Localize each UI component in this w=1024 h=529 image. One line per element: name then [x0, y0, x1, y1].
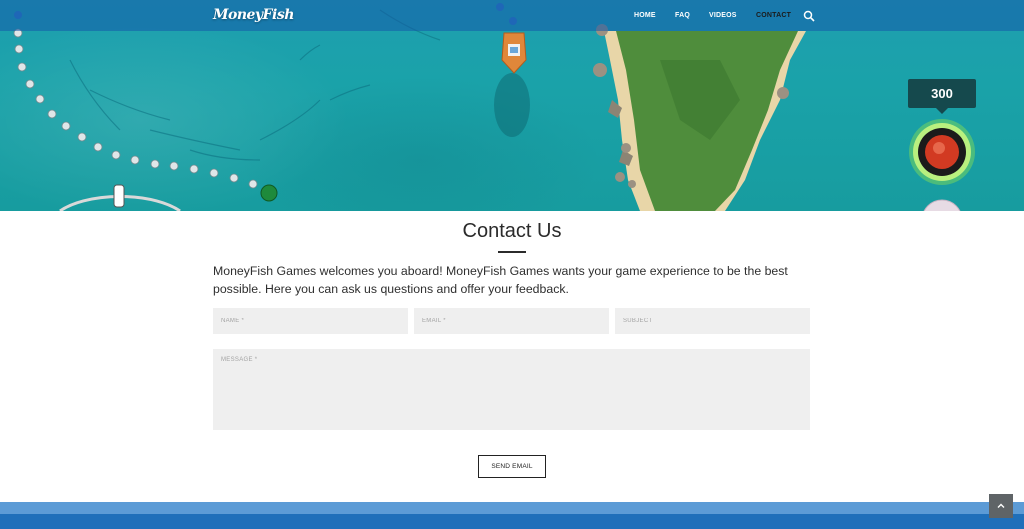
score-badge: 300 — [908, 79, 976, 114]
boat-shadow — [494, 73, 530, 137]
page-title: Contact Us — [462, 220, 562, 242]
back-to-top-button[interactable] — [989, 494, 1013, 518]
intro-text: MoneyFish Games welcomes you aboard! Mon… — [213, 264, 788, 296]
green-ball — [260, 184, 278, 202]
nav-item-home[interactable]: HOME — [634, 0, 656, 31]
nav-item-contact[interactable]: CONTACT — [756, 0, 791, 31]
ball-chain — [13, 28, 258, 189]
email-field[interactable] — [414, 308, 609, 334]
launcher-arm — [113, 184, 125, 208]
footer-band-dark — [0, 514, 1024, 529]
navbar: MoneyFish HOME FAQ VIDEOS CONTACT — [0, 0, 1024, 31]
game-scene — [13, 3, 806, 211]
name-field[interactable] — [213, 308, 408, 334]
moneyfish-logo[interactable]: MoneyFish — [213, 4, 294, 27]
send-email-button[interactable]: SEND EMAIL — [478, 455, 546, 478]
nav-item-faq[interactable]: FAQ — [675, 0, 690, 31]
search-icon[interactable] — [802, 9, 816, 23]
subject-field[interactable] — [615, 308, 810, 334]
fire-button[interactable] — [908, 118, 976, 186]
nav-item-videos[interactable]: VIDEOS — [709, 0, 737, 31]
chevron-up-icon — [997, 503, 1005, 508]
message-field[interactable] — [213, 349, 810, 430]
title-underline — [498, 251, 526, 253]
boat — [501, 32, 527, 74]
next-ball — [923, 199, 961, 211]
fish-school — [69, 9, 441, 161]
footer-band-light — [0, 502, 1024, 514]
hero-banner: 300 — [0, 0, 1024, 211]
